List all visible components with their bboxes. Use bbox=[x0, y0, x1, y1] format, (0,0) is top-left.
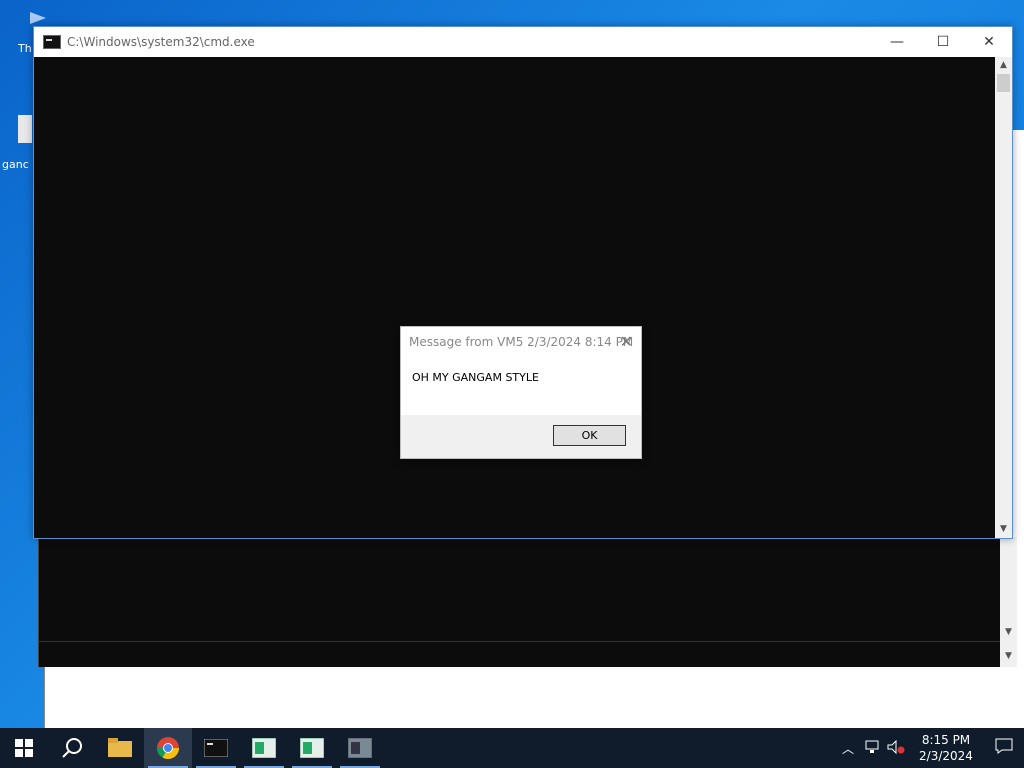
network-icon-glyph bbox=[865, 740, 879, 753]
console-scrollbar[interactable]: ▲ ▼ bbox=[995, 57, 1012, 538]
taskbar-app[interactable] bbox=[240, 728, 288, 768]
windows-logo-icon bbox=[15, 739, 33, 757]
ok-button[interactable]: OK bbox=[553, 425, 626, 446]
dialog-title: Message from VM5 2/3/2024 8:14 PM bbox=[409, 335, 634, 349]
taskbar-app[interactable] bbox=[288, 728, 336, 768]
volume-muted-icon[interactable] bbox=[884, 739, 908, 757]
notification-center-button[interactable] bbox=[984, 738, 1024, 758]
taskbar: ︿ 8:15 PM 2/3/2024 bbox=[0, 728, 1024, 768]
scroll-up-icon[interactable]: ▲ bbox=[995, 57, 1012, 74]
notification-icon bbox=[995, 738, 1013, 754]
cmd-titlebar[interactable]: C:\Windows\system32\cmd.exe — ☐ ✕ bbox=[34, 27, 1012, 57]
console-area[interactable] bbox=[34, 57, 995, 538]
taskbar-chrome[interactable] bbox=[144, 728, 192, 768]
minimize-button[interactable]: — bbox=[874, 27, 920, 57]
network-icon[interactable] bbox=[860, 740, 884, 757]
maximize-button[interactable]: ☐ bbox=[920, 27, 966, 57]
background-scrollbar[interactable]: ▼ ▼ bbox=[1000, 537, 1017, 667]
cmd-icon bbox=[204, 739, 228, 757]
dialog-titlebar: Message from VM5 2/3/2024 8:14 PM ✕ bbox=[401, 327, 641, 357]
search-icon bbox=[62, 738, 82, 758]
desktop-icon-label: Th bbox=[18, 42, 32, 55]
clock[interactable]: 8:15 PM 2/3/2024 bbox=[908, 732, 984, 764]
close-button[interactable]: ✕ bbox=[966, 27, 1012, 57]
speaker-icon bbox=[887, 739, 905, 754]
scroll-down-icon[interactable]: ▼ bbox=[1000, 627, 1017, 637]
app-window-icon bbox=[252, 738, 276, 758]
desktop-icon-label: ganc bbox=[2, 158, 29, 171]
taskbar-file-explorer[interactable] bbox=[96, 728, 144, 768]
scroll-down-icon[interactable]: ▼ bbox=[995, 521, 1012, 538]
taskbar-cmd[interactable] bbox=[192, 728, 240, 768]
message-dialog[interactable]: Message from VM5 2/3/2024 8:14 PM ✕ OH M… bbox=[400, 326, 642, 459]
taskbar-app[interactable] bbox=[336, 728, 384, 768]
system-tray: ︿ 8:15 PM 2/3/2024 bbox=[836, 728, 1024, 768]
clock-date: 2/3/2024 bbox=[919, 749, 973, 763]
start-button[interactable] bbox=[0, 728, 48, 768]
dialog-message: OH MY GANGAM STYLE bbox=[412, 371, 539, 384]
folder-icon bbox=[108, 738, 132, 757]
chevron-up-icon[interactable]: ︿ bbox=[836, 740, 860, 757]
file-icon bbox=[18, 115, 32, 143]
dialog-close-button[interactable]: ✕ bbox=[620, 332, 633, 351]
dialog-footer: OK bbox=[401, 415, 641, 458]
clock-time: 8:15 PM bbox=[921, 733, 971, 747]
scroll-thumb[interactable] bbox=[997, 74, 1010, 92]
cmd-window[interactable]: C:\Windows\system32\cmd.exe — ☐ ✕ ▲ ▼ bbox=[33, 26, 1013, 539]
app-window-icon bbox=[348, 738, 372, 758]
background-console bbox=[38, 537, 1001, 667]
search-button[interactable] bbox=[48, 728, 96, 768]
window-title: C:\Windows\system32\cmd.exe bbox=[67, 35, 255, 49]
cmd-app-icon bbox=[43, 35, 61, 49]
chrome-icon bbox=[157, 737, 179, 759]
background-window bbox=[44, 662, 1024, 730]
divider bbox=[39, 641, 1001, 642]
scroll-down-icon[interactable]: ▼ bbox=[1000, 651, 1017, 661]
app-window-icon bbox=[300, 738, 324, 758]
